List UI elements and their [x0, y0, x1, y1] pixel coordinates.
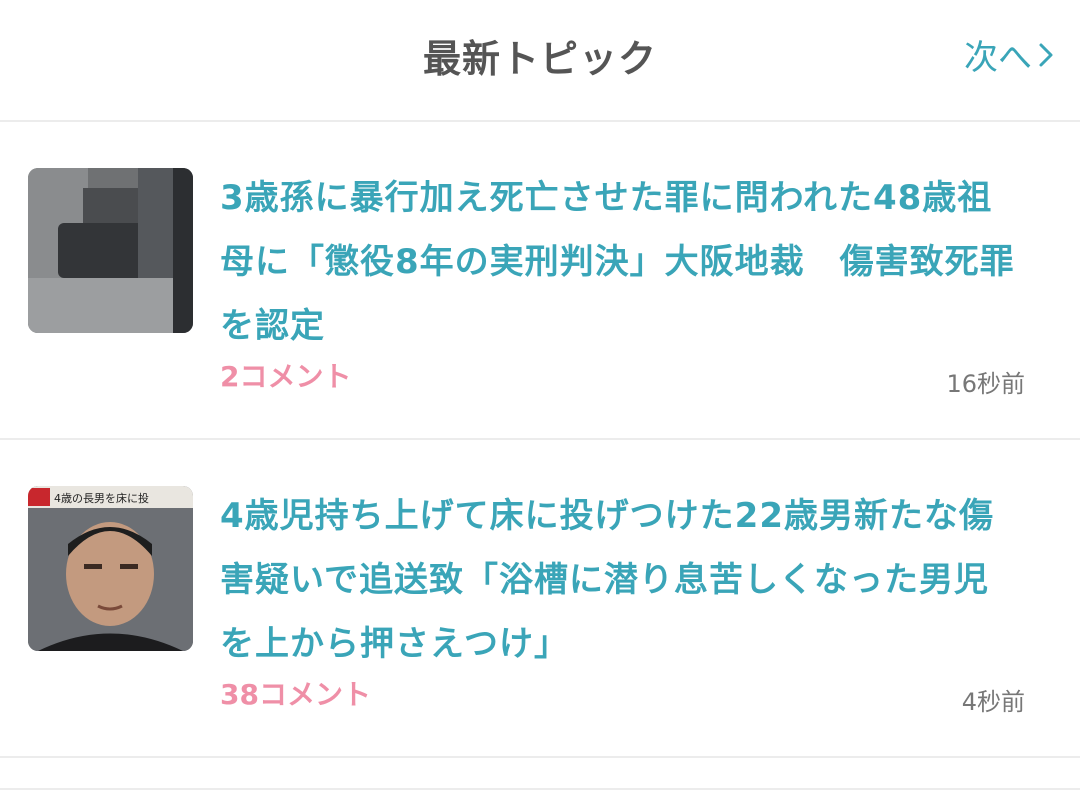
thumbnail-caption: 4歳の長男を床に投	[54, 491, 149, 505]
page-title: 最新トピック	[422, 37, 657, 81]
topic-item[interactable]: 4歳の長男を床に投 4歳児持ち上げて床に投げつけた22歳男新たな傷害疑いで追送致…	[0, 440, 1080, 758]
next-button[interactable]: 次へ	[964, 30, 1054, 79]
list-divider	[0, 758, 1080, 790]
topic-thumbnail[interactable]: 4歳の長男を床に投	[28, 486, 193, 651]
comment-count[interactable]: 38コメント	[220, 673, 371, 713]
header-bar: 最新トピック 次へ	[0, 0, 1080, 122]
next-label: 次へ	[964, 38, 1032, 78]
topic-item[interactable]: 3歳孫に暴行加え死亡させた罪に問われた48歳祖母に「懲役8年の実刑判決」大阪地裁…	[0, 122, 1080, 440]
topic-title[interactable]: 3歳孫に暴行加え死亡させた罪に問われた48歳祖母に「懲役8年の実刑判決」大阪地裁…	[220, 166, 1020, 358]
topic-title[interactable]: 4歳児持ち上げて床に投げつけた22歳男新たな傷害疑いで追送致「浴槽に潜り息苦しく…	[220, 484, 1020, 676]
timestamp: 4秒前	[961, 688, 1025, 716]
chevron-right-icon	[1039, 43, 1053, 66]
timestamp: 16秒前	[946, 370, 1025, 398]
comment-count[interactable]: 2コメント	[220, 355, 351, 395]
topic-thumbnail[interactable]	[28, 168, 193, 333]
